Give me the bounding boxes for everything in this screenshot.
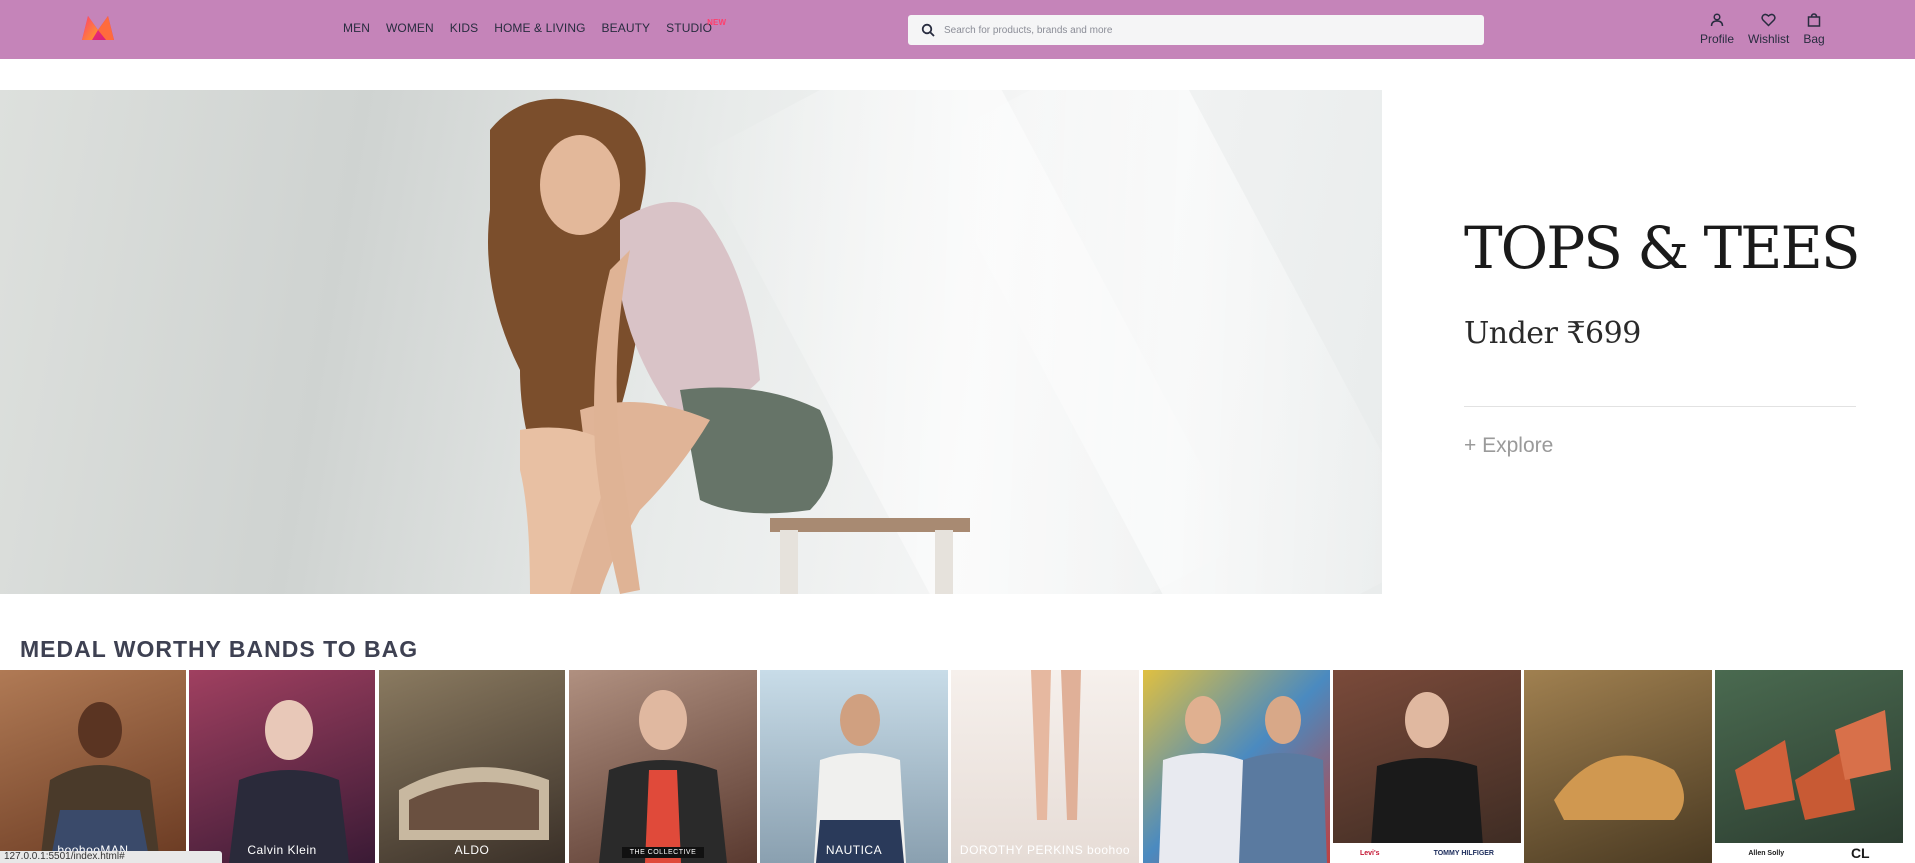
brand-carousel: boohooMAN Calvin Klein ALDO THE COLLECTI… xyxy=(0,670,1915,863)
brand-label: DOROTHY PERKINS boohoo xyxy=(959,843,1131,857)
levis-logo: Levi's xyxy=(1360,849,1380,857)
bag-icon xyxy=(1807,13,1821,32)
profile-icon xyxy=(1710,13,1724,32)
bag-button[interactable]: Bag xyxy=(1803,13,1825,46)
brand-tile-allen-solly[interactable]: Allen Solly CL xyxy=(1715,670,1903,863)
hero-divider xyxy=(1464,406,1856,407)
heart-icon xyxy=(1761,13,1776,32)
tommy-logo: TOMMY HILFIGER xyxy=(1433,849,1494,857)
brand-logo-strip: Levi's TOMMY HILFIGER xyxy=(1333,843,1521,863)
brand-label: THE COLLECTIVE xyxy=(569,843,757,858)
section-title: MEDAL WORTHY BANDS TO BAG xyxy=(20,636,419,662)
hero-subtitle: Under ₹699 xyxy=(1464,316,1641,351)
myntra-logo[interactable] xyxy=(80,14,116,42)
brand-image xyxy=(1371,692,1483,846)
search-bar xyxy=(908,15,1484,45)
hero-title: TOPS & TEES xyxy=(1464,214,1861,282)
brand-image xyxy=(229,700,349,863)
header-actions: Profile Wishlist Bag xyxy=(1700,13,1839,46)
main-nav: MEN WOMEN KIDS HOME & LIVING BEAUTY STUD… xyxy=(343,18,728,35)
brand-tile-aldo[interactable]: ALDO xyxy=(379,670,565,863)
bag-label: Bag xyxy=(1803,32,1825,46)
brand-image xyxy=(1159,696,1327,863)
brand-tile-calvin-klein[interactable]: Calvin Klein xyxy=(189,670,375,863)
browser-status-bar: 127.0.0.1:5501/index.html# xyxy=(0,851,222,863)
cl-logo: CL xyxy=(1850,845,1870,861)
nav-kids[interactable]: KIDS xyxy=(450,21,478,35)
nav-men[interactable]: MEN xyxy=(343,21,370,35)
nav-beauty[interactable]: BEAUTY xyxy=(602,21,651,35)
top-header: MEN WOMEN KIDS HOME & LIVING BEAUTY STUD… xyxy=(0,0,1915,59)
brand-label: ALDO xyxy=(454,843,490,857)
profile-button[interactable]: Profile xyxy=(1700,13,1734,46)
brand-logo-strip: Allen Solly CL xyxy=(1715,843,1903,863)
nav-home-living[interactable]: HOME & LIVING xyxy=(494,21,585,35)
brand-tile-the-collective[interactable]: THE COLLECTIVE xyxy=(569,670,757,863)
wishlist-label: Wishlist xyxy=(1748,32,1790,46)
brand-label: NAUTICA xyxy=(825,843,883,857)
model-figure xyxy=(488,98,970,594)
brand-image xyxy=(40,702,160,863)
brand-image xyxy=(1031,670,1081,820)
allen-solly-logo: Allen Solly xyxy=(1748,849,1785,857)
new-badge: NEW xyxy=(707,18,727,27)
brand-tile-boohooman[interactable]: boohooMAN xyxy=(0,670,186,863)
hero-banner-image[interactable] xyxy=(0,90,1382,594)
brand-tile-nautica[interactable]: NAUTICA xyxy=(760,670,948,863)
nav-studio-label: STUDIO xyxy=(666,21,713,35)
brand-image xyxy=(1554,755,1684,820)
brand-image xyxy=(599,690,727,863)
wishlist-button[interactable]: Wishlist xyxy=(1748,13,1789,46)
brand-image xyxy=(1735,710,1891,820)
brand-tile-polo[interactable] xyxy=(1143,670,1330,863)
brand-image xyxy=(814,694,906,863)
search-icon[interactable] xyxy=(912,15,944,45)
brand-tile-shoes[interactable] xyxy=(1524,670,1712,863)
brand-image xyxy=(399,767,549,840)
nav-studio[interactable]: STUDIO NEW xyxy=(666,18,726,35)
explore-link[interactable]: + Explore xyxy=(1464,434,1553,458)
brand-tile-levis[interactable]: Levi's TOMMY HILFIGER xyxy=(1333,670,1521,863)
profile-label: Profile xyxy=(1700,32,1735,46)
hero-text-panel: TOPS & TEES Under ₹699 + Explore xyxy=(1464,90,1861,594)
nav-women[interactable]: WOMEN xyxy=(386,21,434,35)
brand-tile-dorothy-perkins-boohoo[interactable]: DOROTHY PERKINS boohoo xyxy=(951,670,1139,863)
search-input[interactable] xyxy=(944,24,1464,36)
